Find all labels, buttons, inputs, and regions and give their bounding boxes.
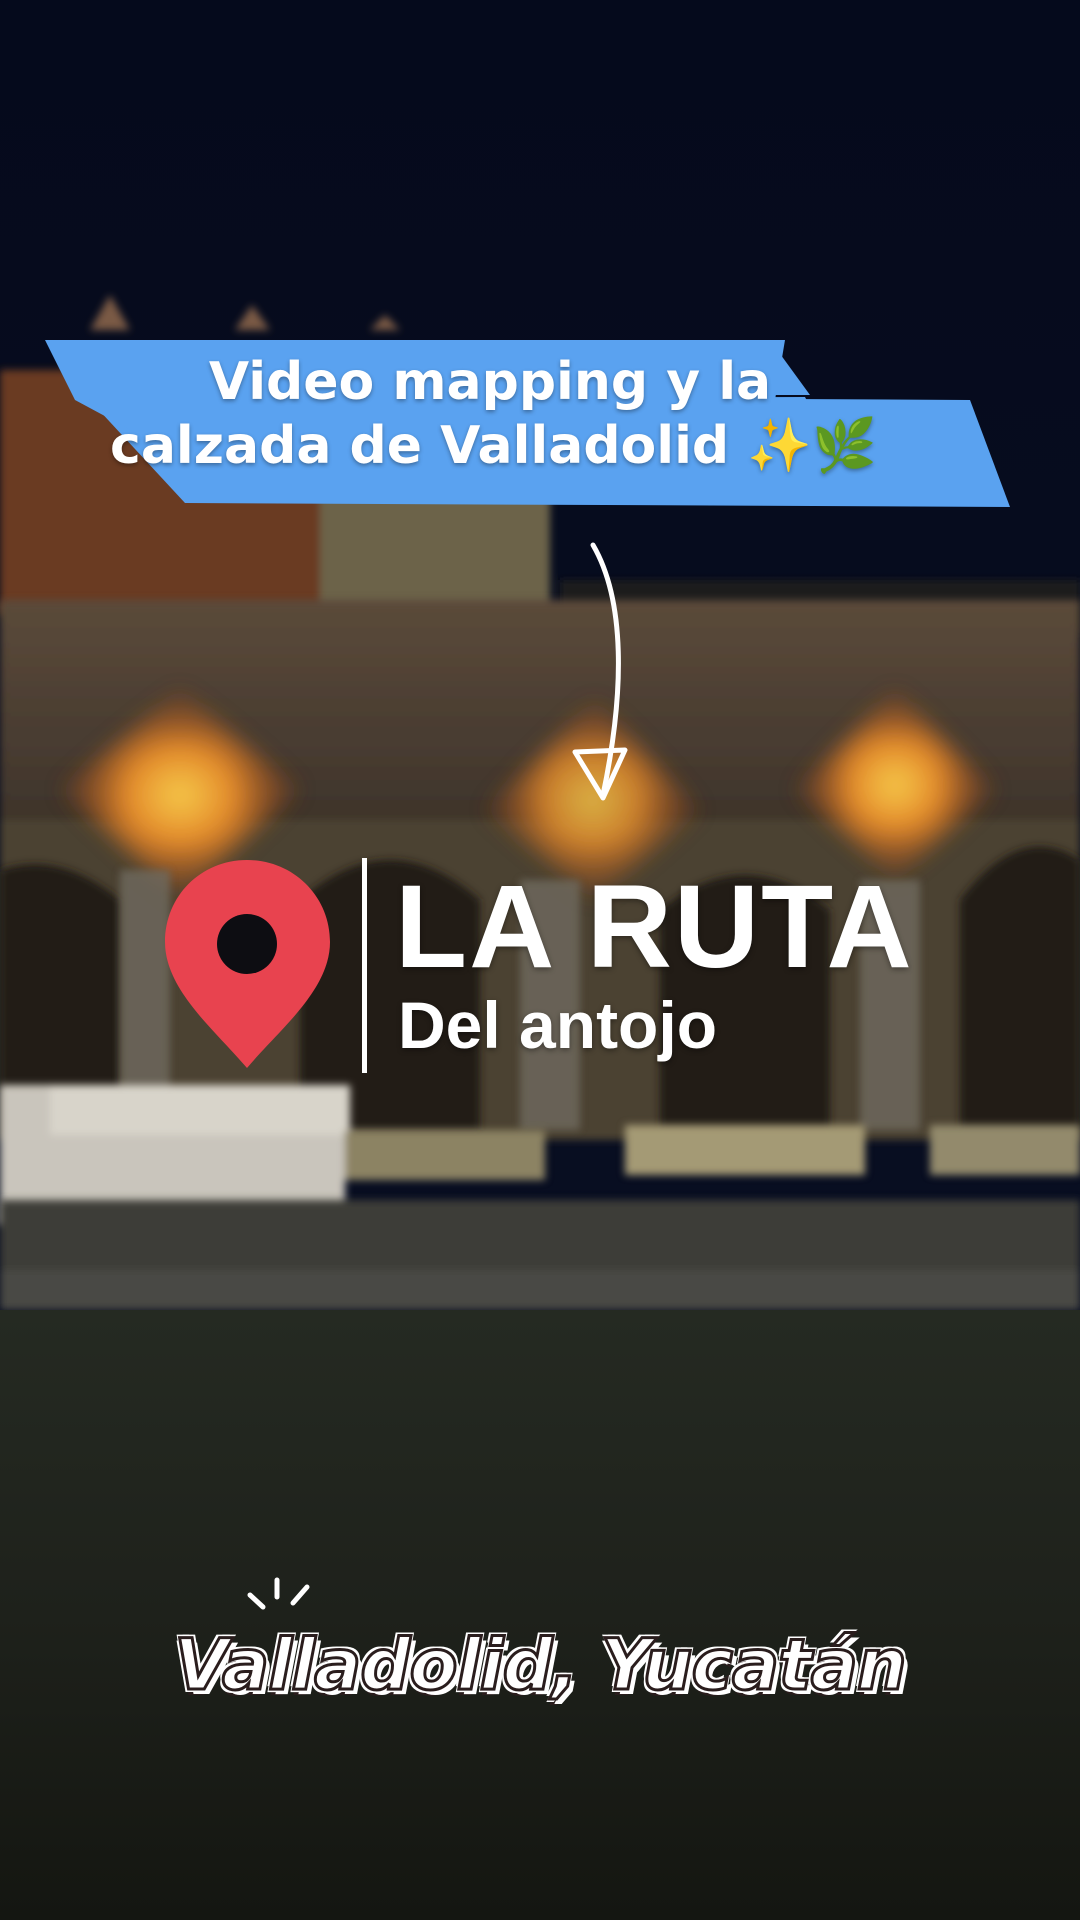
banner-text: Video mapping y la calzada de Valladolid…	[110, 350, 877, 478]
video-frame: Video mapping y la calzada de Valladolid…	[0, 0, 1080, 1920]
banner-line-2: calzada de Valladolid ✨🌿	[110, 416, 877, 476]
map-pin-icon	[165, 860, 330, 1068]
logo-divider	[362, 858, 367, 1073]
banner-line-1: Video mapping y la	[208, 352, 772, 412]
sparkle-icon	[247, 1577, 310, 1610]
logo-title: LA RUTA	[395, 861, 914, 993]
logo-subtitle: Del antojo	[398, 988, 718, 1062]
arrow-down-icon	[572, 542, 628, 801]
location-caption: Valladolid, Yucatán	[173, 1623, 909, 1708]
